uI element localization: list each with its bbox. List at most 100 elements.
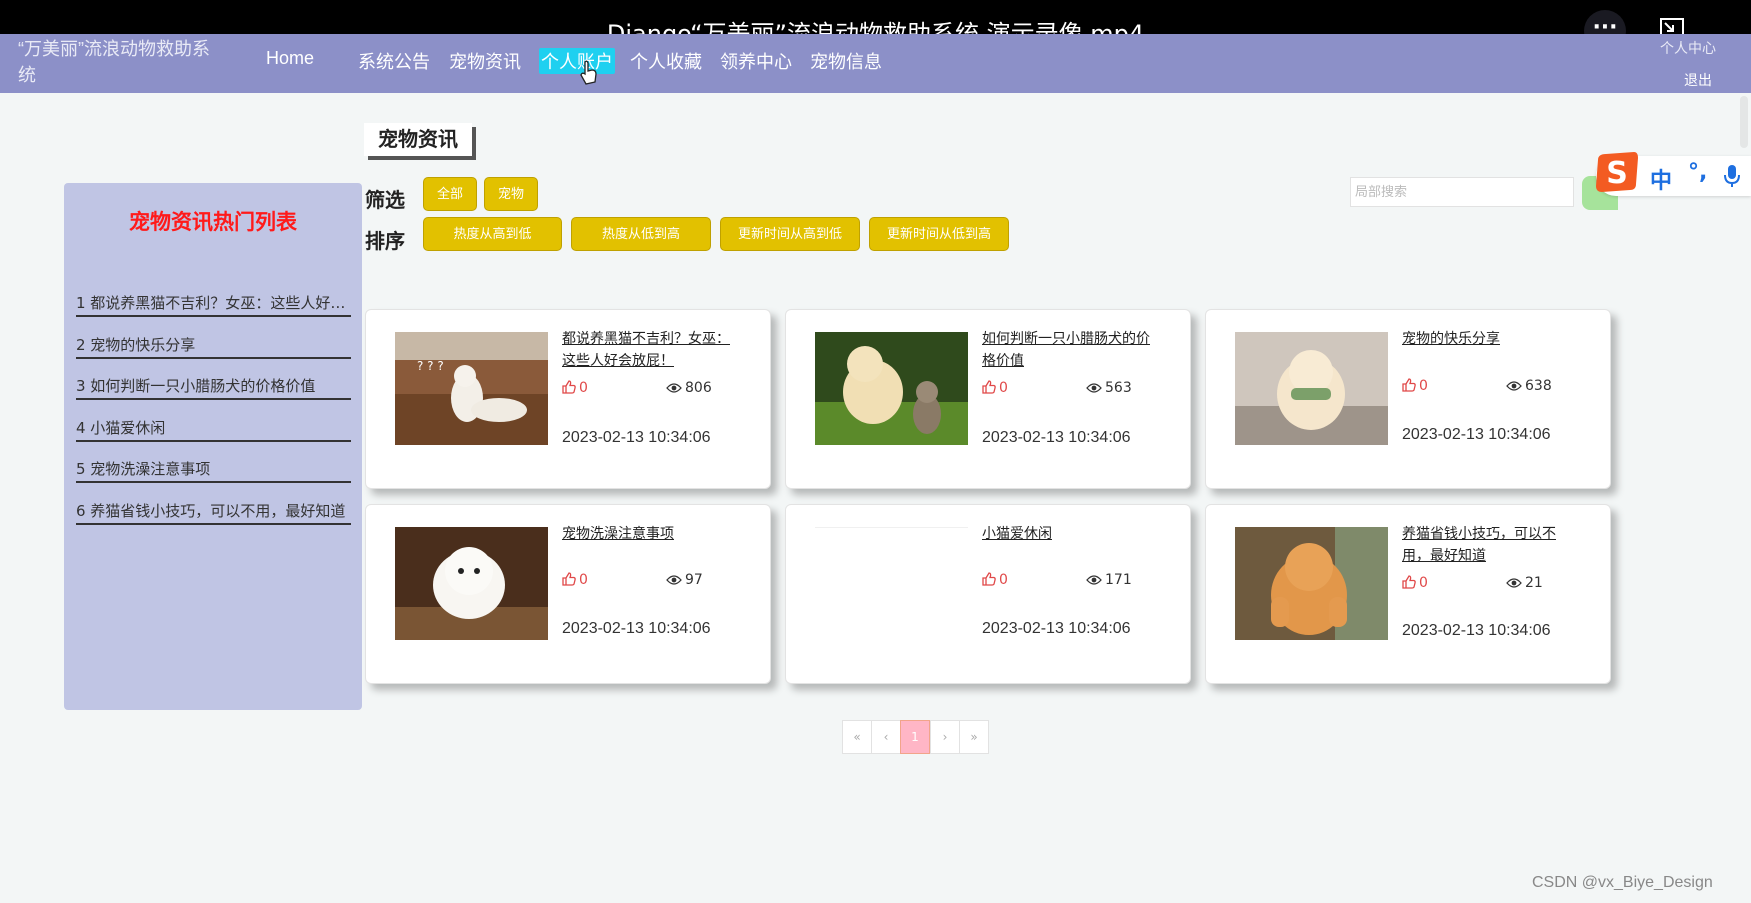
card-date: 2023-02-13 10:34:06 [1402, 622, 1551, 639]
card-thumbnail[interactable] [1235, 527, 1388, 640]
card-date: 2023-02-13 10:34:06 [1402, 426, 1551, 443]
site-brand[interactable]: “万美丽”流浪动物救助系统 [18, 36, 218, 88]
hot-list-item[interactable]: 1 都说养黑猫不吉利？女巫：这些人好会放屁！ [76, 292, 351, 317]
pagination-last[interactable]: » [959, 720, 989, 754]
hot-list-item[interactable]: 4 小猫爱休闲 [76, 417, 351, 442]
filter-label: 筛选 [365, 188, 405, 212]
card-likes-count: 0 [579, 572, 588, 588]
sogou-logo-icon[interactable]: S [1594, 150, 1640, 196]
card-likes-count: 0 [1419, 378, 1428, 394]
card-likes[interactable]: 0 [982, 380, 1008, 396]
card-title[interactable]: 小猫爱休闲 [982, 523, 1157, 545]
news-card[interactable]: 养猫省钱小技巧，可以不用，最好知道 0 21 2023-02-13 10:34:… [1205, 504, 1611, 684]
hot-list-item[interactable]: 5 宠物洗澡注意事项 [76, 458, 351, 483]
nav-adoption-center[interactable]: 领养中心 [720, 48, 792, 74]
card-thumbnail[interactable] [1235, 332, 1388, 445]
card-likes[interactable]: 0 [1402, 378, 1428, 394]
ime-language-toggle[interactable]: 中 [1650, 163, 1672, 195]
eye-icon [1506, 381, 1522, 391]
thumbs-up-icon [562, 572, 576, 586]
svg-text:S: S [1606, 156, 1628, 191]
thumbs-up-icon [562, 380, 576, 394]
card-likes-count: 0 [999, 380, 1008, 396]
thumbs-up-icon [982, 572, 996, 586]
sort-time-asc-button[interactable]: 更新时间从低到高 [869, 217, 1009, 251]
ime-punctuation-toggle[interactable]: °, [1688, 160, 1707, 185]
hot-list-item[interactable]: 3 如何判断一只小腊肠犬的价格价值 [76, 375, 351, 400]
card-views: 171 [1086, 572, 1132, 588]
card-likes[interactable]: 0 [562, 380, 588, 396]
hot-list-item[interactable]: 6 养猫省钱小技巧，可以不用，最好知道 [76, 500, 351, 525]
card-thumbnail[interactable] [815, 332, 968, 445]
nav-favorites[interactable]: 个人收藏 [630, 48, 702, 74]
card-views-count: 806 [685, 380, 712, 396]
card-thumbnail-missing[interactable] [815, 527, 968, 529]
news-card[interactable]: 宠物洗澡注意事项 0 97 2023-02-13 10:34:06 [365, 504, 771, 684]
filter-all-button[interactable]: 全部 [423, 177, 477, 211]
thumbs-up-icon [982, 380, 996, 394]
eye-icon [1086, 383, 1102, 393]
user-center-link[interactable]: 个人中心 [1660, 38, 1716, 58]
card-date: 2023-02-13 10:34:06 [982, 429, 1131, 446]
hand-cursor-icon [580, 60, 597, 85]
sort-hot-desc-button[interactable]: 热度从高到低 [423, 217, 562, 251]
nav-personal-account[interactable]: 个人账户 [539, 48, 615, 74]
card-date: 2023-02-13 10:34:06 [982, 620, 1131, 637]
pagination-current-page[interactable]: 1 [900, 720, 930, 754]
eye-icon [1506, 578, 1522, 588]
thumbs-up-icon [1402, 378, 1416, 392]
card-views-count: 171 [1105, 572, 1132, 588]
pagination-next[interactable]: › [930, 720, 960, 754]
card-views-count: 21 [1525, 575, 1543, 591]
hot-list-item[interactable]: 2 宠物的快乐分享 [76, 334, 351, 359]
news-card[interactable]: ? ? ? 都说养黑猫不吉利？女巫：这些人好会放屁！ 0 806 2023-02… [365, 309, 771, 489]
card-date: 2023-02-13 10:34:06 [562, 620, 711, 637]
eye-icon [666, 575, 682, 585]
card-views-count: 563 [1105, 380, 1132, 396]
svg-text:? ? ?: ? ? ? [417, 359, 444, 373]
hot-list-title: 宠物资讯热门列表 [129, 210, 297, 234]
card-date: 2023-02-13 10:34:06 [562, 429, 711, 446]
logout-link[interactable]: 退出 [1684, 70, 1712, 90]
page-title: 宠物资讯 [364, 123, 472, 156]
card-likes[interactable]: 0 [1402, 575, 1428, 591]
watermark: CSDN @vx_Biye_Design [1532, 874, 1713, 891]
card-views: 97 [666, 572, 703, 588]
card-views: 21 [1506, 575, 1543, 591]
nav-pet-info[interactable]: 宠物信息 [810, 48, 882, 74]
nav-pet-news[interactable]: 宠物资讯 [449, 48, 521, 74]
news-card[interactable]: 如何判断一只小腊肠犬的价格价值 0 563 2023-02-13 10:34:0… [785, 309, 1191, 489]
card-views: 563 [1086, 380, 1132, 396]
card-views: 806 [666, 380, 712, 396]
card-thumbnail[interactable]: ? ? ? [395, 332, 548, 445]
microphone-icon[interactable] [1724, 164, 1740, 188]
nav-home[interactable]: Home [266, 48, 314, 69]
sort-label: 排序 [365, 229, 405, 253]
card-title[interactable]: 养猫省钱小技巧，可以不用，最好知道 [1402, 523, 1577, 567]
sort-hot-asc-button[interactable]: 热度从低到高 [571, 217, 711, 251]
card-thumbnail[interactable] [395, 527, 548, 640]
filter-pet-button[interactable]: 宠物 [484, 177, 538, 211]
nav-announcements[interactable]: 系统公告 [358, 48, 430, 74]
card-likes[interactable]: 0 [982, 572, 1008, 588]
card-title[interactable]: 宠物洗澡注意事项 [562, 523, 737, 545]
card-likes[interactable]: 0 [562, 572, 588, 588]
news-card[interactable]: 宠物的快乐分享 0 638 2023-02-13 10:34:06 [1205, 309, 1611, 489]
scrollbar-thumb[interactable] [1740, 96, 1748, 148]
eye-icon [1086, 575, 1102, 585]
card-title[interactable]: 宠物的快乐分享 [1402, 328, 1577, 350]
card-likes-count: 0 [999, 572, 1008, 588]
hot-list-sidebar [64, 183, 362, 710]
card-views-count: 638 [1525, 378, 1552, 394]
card-title[interactable]: 都说养黑猫不吉利？女巫：这些人好会放屁！ [562, 328, 737, 372]
card-title[interactable]: 如何判断一只小腊肠犬的价格价值 [982, 328, 1157, 372]
pagination-first[interactable]: « [842, 720, 872, 754]
search-input[interactable]: 局部搜索 [1350, 177, 1574, 207]
eye-icon [666, 383, 682, 393]
card-views: 638 [1506, 378, 1552, 394]
pagination-prev[interactable]: ‹ [871, 720, 901, 754]
news-card[interactable]: 小猫爱休闲 0 171 2023-02-13 10:34:06 [785, 504, 1191, 684]
card-views-count: 97 [685, 572, 703, 588]
card-likes-count: 0 [579, 380, 588, 396]
sort-time-desc-button[interactable]: 更新时间从高到低 [720, 217, 860, 251]
